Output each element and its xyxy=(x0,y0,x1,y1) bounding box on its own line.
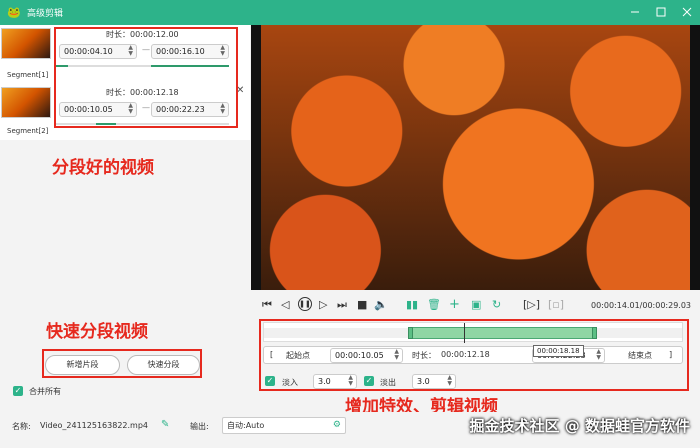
add-icon[interactable]: + xyxy=(449,298,460,311)
playback-controls: ⏮ ◁ ❚❚ ▷ ⏭ ■ 🔈 ▮▮ 🗑 + ▣ ↻ [▷] [▫] 00:00:… xyxy=(251,290,700,320)
split-icon[interactable]: ▮▮ xyxy=(406,299,418,311)
pause-icon[interactable]: ❚❚ xyxy=(298,297,312,311)
copy-icon[interactable]: ▣ xyxy=(471,299,481,311)
window-title: 高级剪辑 xyxy=(27,9,64,19)
title-bar: 🐸 高级剪辑 xyxy=(0,0,700,25)
maximize-icon[interactable] xyxy=(654,5,668,19)
annotation-quick: 快速分段视频 xyxy=(46,322,148,342)
minimize-icon[interactable] xyxy=(628,5,642,19)
add-segment-button[interactable]: 新增片段 xyxy=(45,355,120,375)
skip-start-icon[interactable]: ⏮ xyxy=(262,299,272,311)
mark-out-icon[interactable]: [▫] xyxy=(548,299,564,311)
output-select[interactable]: 自动:Auto ⚙ xyxy=(222,417,346,434)
video-preview[interactable] xyxy=(251,25,700,290)
pumpkins-image xyxy=(261,25,690,290)
merge-all-checkbox[interactable]: ✓ xyxy=(13,386,23,396)
edit-name-icon[interactable]: ✎ xyxy=(161,419,169,430)
mark-in-icon[interactable]: [▷] xyxy=(523,299,540,311)
segment-thumbnail[interactable] xyxy=(1,28,51,59)
segment-label: Segment[2] xyxy=(7,127,49,135)
merge-all-label: 合并所有 xyxy=(29,387,61,396)
app-logo-icon: 🐸 xyxy=(7,5,21,19)
name-value: Video_241125163822.mp4 xyxy=(40,421,148,430)
volume-icon[interactable]: 🔈 xyxy=(374,299,388,311)
name-label: 名称: xyxy=(12,422,31,431)
time-display: 00:00:14.01/00:00:29.03 xyxy=(591,301,691,310)
step-forward-icon[interactable]: ▷ xyxy=(319,299,327,311)
close-icon[interactable] xyxy=(680,5,694,19)
annotation-box-segments xyxy=(54,27,238,128)
output-label: 输出: xyxy=(190,422,209,431)
settings-gear-icon: ⚙ xyxy=(332,420,341,430)
segment-thumbnail[interactable] xyxy=(1,87,51,118)
trash-icon[interactable]: 🗑 xyxy=(427,299,441,311)
annotation-segments: 分段好的视频 xyxy=(52,158,154,178)
quick-segment-button[interactable]: 快速分段 xyxy=(127,355,200,375)
skip-end-icon[interactable]: ⏭ xyxy=(337,299,347,311)
reset-icon[interactable]: ↻ xyxy=(492,299,501,311)
segment-label: Segment[1] xyxy=(7,71,49,79)
stop-icon[interactable]: ■ xyxy=(357,299,367,311)
annotation-box-effects xyxy=(259,319,689,391)
watermark: 掘金技术社区 @ 数据蛙官方软件 xyxy=(469,417,690,435)
step-back-icon[interactable]: ◁ xyxy=(281,299,289,311)
